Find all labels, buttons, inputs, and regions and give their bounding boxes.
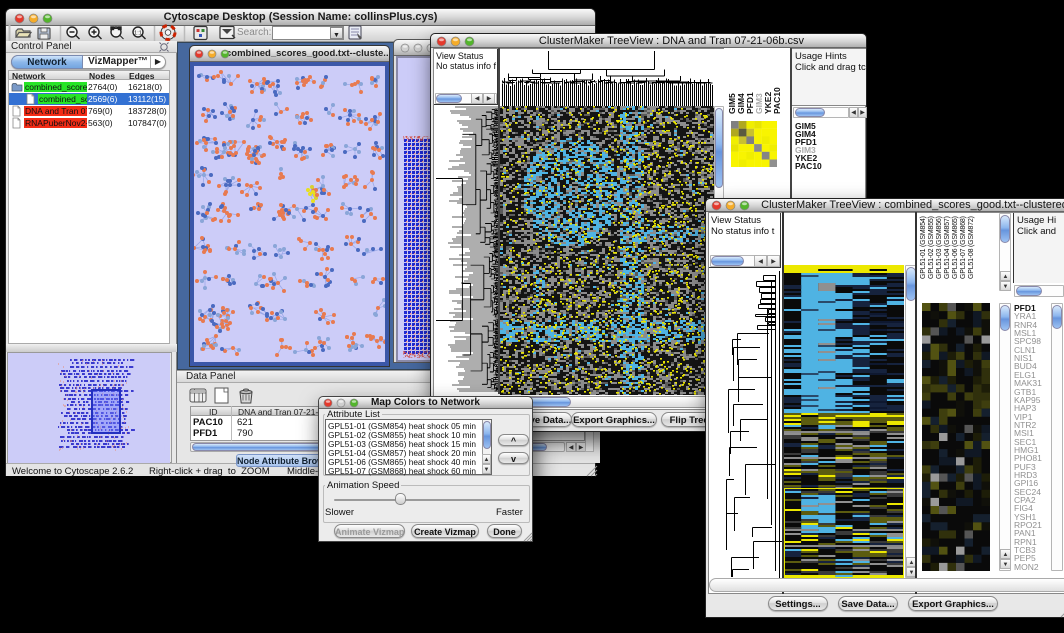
svg-text:1:1: 1:1: [134, 31, 142, 37]
